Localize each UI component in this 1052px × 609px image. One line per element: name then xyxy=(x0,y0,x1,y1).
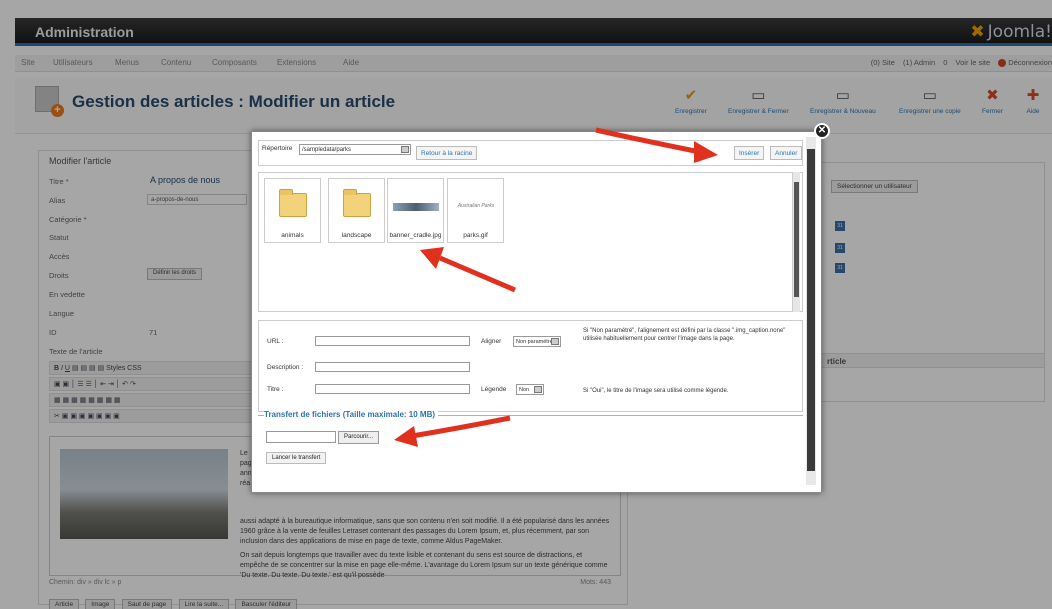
arrow-to-banner-image xyxy=(439,255,516,293)
arrow-to-browse-button xyxy=(411,415,511,439)
arrow-head xyxy=(694,141,718,163)
arrow-head xyxy=(394,426,418,447)
annotation-arrows xyxy=(394,127,718,447)
arrow-to-insert xyxy=(595,127,701,155)
screen: Administration ✖ Joomla! Site Utilisateur… xyxy=(0,0,1052,609)
